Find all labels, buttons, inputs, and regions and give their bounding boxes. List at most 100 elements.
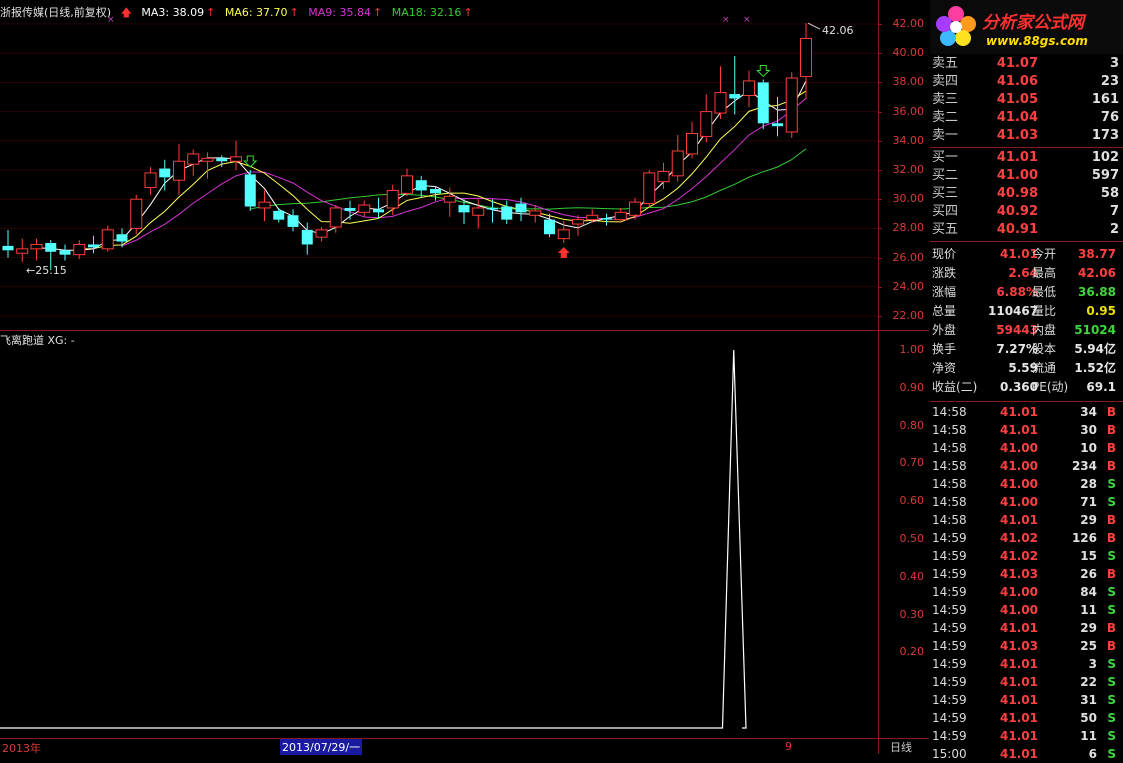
quote-row: 净资 5.59 流通 1.52亿 [932, 359, 1121, 377]
tick-row: 14:58 41.01 30 B [932, 421, 1121, 439]
quote-row: 涨幅 6.88% 最低 36.88 [932, 283, 1121, 301]
tick-price: 41.01 [1000, 693, 1038, 707]
bid-volume: 2 [1109, 222, 1119, 237]
stat-label: 换手 [932, 342, 957, 356]
candle-body [671, 150, 684, 177]
candle-body [487, 207, 498, 210]
candlestick-chart[interactable]: × × × 42.06 ←25.15 [0, 0, 878, 330]
candle-body [501, 206, 513, 220]
candle-body [187, 153, 200, 165]
marker-x-icon: × [107, 15, 115, 25]
tick-row: 15:00 41.01 6 S [932, 745, 1121, 763]
candle-body [30, 243, 43, 250]
quote-row: 换手 7.27% 股本 5.94亿 [932, 340, 1121, 358]
candle-body [88, 244, 99, 248]
tick-volume: 6 [1088, 747, 1097, 761]
candle-body [614, 211, 627, 221]
candle-body [45, 243, 57, 252]
bid-level-label: 买一 [932, 150, 959, 165]
candle-body [344, 207, 356, 211]
stat-value: 0.360 [1000, 380, 1038, 394]
ask-level-label: 卖一 [932, 128, 959, 143]
candle-body [16, 248, 29, 254]
bid-row: 买三 40.98 58 [932, 185, 1121, 203]
ask-row: 卖五 41.07 3 [932, 55, 1121, 73]
tick-time: 14:59 [932, 675, 967, 689]
tick-side: S [1107, 585, 1116, 599]
tick-side: S [1107, 549, 1116, 563]
date-cursor-label: 2013/07/29/一 [280, 739, 363, 755]
candle-body [258, 201, 271, 209]
price-tick [878, 53, 882, 55]
indicator-tick-label: 0.80 [899, 418, 925, 432]
tick-time: 14:58 [932, 441, 967, 455]
quote-panel: 分析家公式网 www.88gs.com 卖五 41.07 3 卖四 41.06 23 卖三 4… [930, 0, 1123, 761]
bid-price: 40.98 [996, 186, 1038, 201]
stat-label: 总量 [932, 304, 957, 318]
candle-body [230, 156, 242, 162]
candle-body [743, 80, 755, 97]
stat-value: 36.88 [1078, 285, 1116, 299]
bid-volume: 102 [1091, 150, 1119, 165]
stat-value: 7.27% [996, 342, 1038, 356]
candle-body [415, 180, 427, 191]
price-tick [878, 111, 882, 113]
tick-row: 14:59 41.02 15 S [932, 547, 1121, 565]
candle-body [329, 207, 342, 228]
flower-logo-icon [934, 4, 978, 48]
ask-row: 卖四 41.06 23 [932, 73, 1121, 91]
stat-label: 流通 [1032, 361, 1057, 375]
price-tick-label: 32.00 [892, 163, 925, 176]
period-button[interactable]: 日线 [890, 739, 912, 755]
tick-side: B [1106, 513, 1116, 527]
price-tick [878, 257, 882, 259]
indicator-chart[interactable] [0, 330, 878, 738]
tick-price: 41.01 [1000, 729, 1038, 743]
stat-label: 内盘 [1032, 323, 1057, 337]
candle-body [586, 214, 599, 221]
stat-value: 41.01 [1000, 247, 1038, 261]
indicator-tick-label: 0.30 [899, 607, 925, 621]
tick-price: 41.01 [1000, 423, 1038, 437]
ask-volume: 3 [1109, 56, 1119, 71]
stat-value: 51024 [1074, 323, 1116, 337]
quote-row: 总量 110467 量比 0.95 [932, 302, 1121, 320]
tick-time: 14:59 [932, 549, 967, 563]
candle-body [358, 204, 371, 213]
tick-side: S [1107, 477, 1116, 491]
tick-side: B [1106, 459, 1116, 473]
tick-row: 14:59 41.02 126 B [932, 529, 1121, 547]
price-tick [878, 140, 882, 142]
tick-price: 41.01 [1000, 513, 1038, 527]
tick-time: 14:59 [932, 711, 967, 725]
indicator-tick-label: 0.90 [899, 380, 925, 394]
tick-side: S [1107, 693, 1116, 707]
candle-body [714, 92, 727, 114]
tick-divider [930, 401, 1123, 402]
bid-row: 买四 40.92 7 [932, 203, 1121, 221]
tick-side: S [1107, 657, 1116, 671]
tick-price: 41.03 [1000, 639, 1038, 653]
candle-body [458, 205, 470, 213]
tick-time: 14:59 [932, 585, 967, 599]
tick-row: 14:59 41.01 11 S [932, 727, 1121, 745]
tick-row: 14:59 41.03 26 B [932, 565, 1121, 583]
tick-row: 14:59 41.00 11 S [932, 601, 1121, 619]
ask-volume: 76 [1100, 110, 1119, 125]
tick-volume: 84 [1080, 585, 1097, 599]
site-logo: 分析家公式网 www.88gs.com [930, 0, 1123, 54]
stat-label: 最高 [1032, 266, 1057, 280]
tick-price: 41.01 [1000, 657, 1038, 671]
candle-body [2, 245, 14, 251]
tick-side: B [1106, 567, 1116, 581]
candle-body [173, 160, 185, 181]
tick-price: 41.00 [1000, 603, 1038, 617]
tick-side: S [1107, 711, 1116, 725]
tick-volume: 11 [1080, 729, 1097, 743]
candle-body [572, 219, 584, 225]
price-tick-label: 22.00 [892, 309, 925, 322]
price-tick-label: 40.00 [892, 46, 925, 60]
tick-row: 14:59 41.00 84 S [932, 583, 1121, 601]
bid-volume: 7 [1109, 204, 1119, 219]
bid-volume: 597 [1091, 168, 1119, 183]
